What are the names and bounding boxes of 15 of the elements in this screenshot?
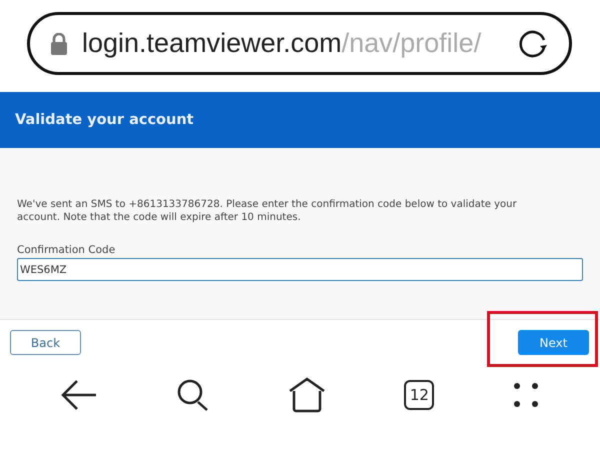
- more-icon[interactable]: [512, 382, 539, 408]
- back-button[interactable]: Back: [10, 330, 81, 355]
- field-label: Confirmation Code: [17, 244, 116, 256]
- next-button[interactable]: Next: [518, 330, 589, 355]
- back-arrow-icon[interactable]: [61, 379, 98, 411]
- search-icon[interactable]: [176, 378, 210, 412]
- code-input[interactable]: WES6MZ: [17, 258, 583, 281]
- instruction-text: We've sent an SMS to +8613133786728. Please enter the confirmation code below to validate your account. Note that the code will expire after 10 minutes.: [17, 198, 518, 224]
- page-title: Validate your account: [15, 112, 194, 128]
- lock-icon: [50, 32, 68, 54]
- address-bar[interactable]: login.teamviewer.com/nav/profile/: [27, 12, 572, 75]
- reload-icon[interactable]: [517, 28, 549, 60]
- tab-count[interactable]: 12: [404, 380, 434, 410]
- url-text: login.teamviewer.com/nav/profile/: [82, 28, 482, 59]
- home-icon[interactable]: [288, 377, 326, 413]
